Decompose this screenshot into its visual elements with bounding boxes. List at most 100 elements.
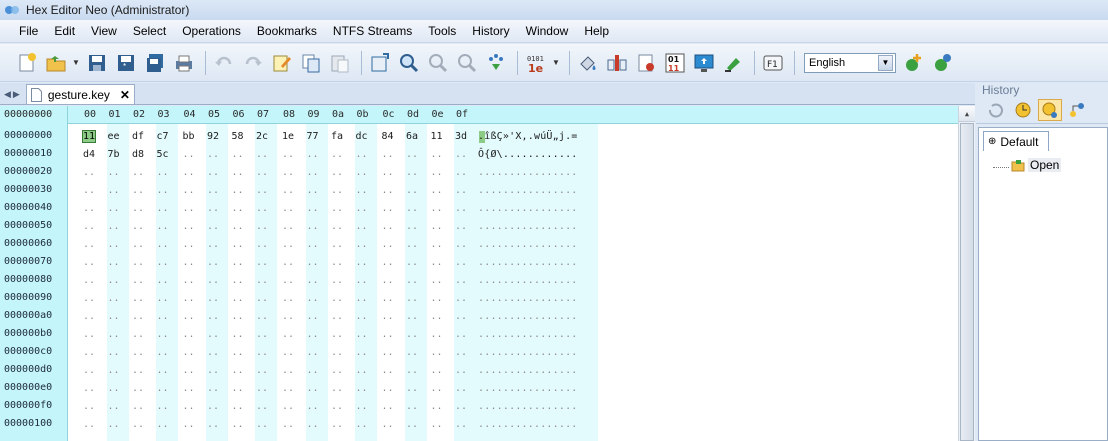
hex-byte[interactable]: ..: [331, 365, 343, 376]
hex-byte[interactable]: ..: [331, 311, 343, 322]
hex-byte[interactable]: ..: [382, 257, 394, 268]
hex-byte[interactable]: ..: [232, 239, 244, 250]
hex-byte[interactable]: ..: [455, 311, 467, 322]
hex-byte[interactable]: ..: [157, 275, 169, 286]
hex-byte[interactable]: ..: [382, 203, 394, 214]
hex-byte[interactable]: ..: [455, 365, 467, 376]
hex-byte[interactable]: ..: [356, 293, 368, 304]
hex-byte[interactable]: ..: [282, 149, 294, 160]
hex-byte[interactable]: ..: [83, 329, 95, 340]
hex-byte[interactable]: ..: [406, 419, 418, 430]
hex-byte[interactable]: ..: [207, 329, 219, 340]
hex-byte[interactable]: ..: [431, 275, 443, 286]
hex-byte[interactable]: ..: [431, 149, 443, 160]
selected-hex-byte[interactable]: 11: [81, 130, 97, 143]
hex-byte[interactable]: ..: [232, 257, 244, 268]
hex-byte[interactable]: ..: [256, 275, 268, 286]
hex-byte[interactable]: ..: [356, 275, 368, 286]
hex-byte[interactable]: ..: [207, 365, 219, 376]
hex-byte[interactable]: ..: [455, 257, 467, 268]
ascii-row[interactable]: ................: [478, 239, 578, 250]
hex-byte[interactable]: ..: [183, 257, 195, 268]
hex-byte[interactable]: ..: [307, 419, 319, 430]
hex-byte[interactable]: bb: [183, 131, 195, 142]
hex-byte[interactable]: ..: [455, 293, 467, 304]
hex-byte[interactable]: ..: [406, 293, 418, 304]
hex-byte[interactable]: ..: [83, 401, 95, 412]
tab-scroll-right-icon[interactable]: ▶: [13, 89, 20, 100]
hex-byte[interactable]: ..: [108, 221, 120, 232]
hex-byte[interactable]: ..: [108, 275, 120, 286]
ascii-row[interactable]: ................: [478, 257, 578, 268]
hex-byte[interactable]: 1e: [282, 131, 294, 142]
hex-byte[interactable]: ..: [232, 185, 244, 196]
hex-byte[interactable]: ..: [331, 347, 343, 358]
hex-byte[interactable]: ..: [207, 257, 219, 268]
hex-byte[interactable]: ..: [382, 221, 394, 232]
bytes-grouping-icon[interactable]: 0101 1e: [523, 50, 549, 76]
hex-byte[interactable]: ..: [282, 185, 294, 196]
hex-byte[interactable]: ..: [406, 239, 418, 250]
hex-byte[interactable]: ..: [157, 419, 169, 430]
hex-byte[interactable]: ..: [406, 347, 418, 358]
hex-byte[interactable]: ..: [108, 293, 120, 304]
hex-byte[interactable]: ..: [455, 401, 467, 412]
open-folder-icon[interactable]: [43, 50, 69, 76]
menu-view[interactable]: View: [83, 24, 125, 38]
hex-byte[interactable]: ..: [83, 383, 95, 394]
hex-byte[interactable]: ..: [207, 239, 219, 250]
hex-byte[interactable]: ..: [157, 311, 169, 322]
hex-byte[interactable]: ..: [356, 149, 368, 160]
close-icon[interactable]: ✕: [120, 88, 130, 102]
hex-byte[interactable]: ..: [431, 257, 443, 268]
hex-byte[interactable]: ..: [382, 275, 394, 286]
menu-ntfs-streams[interactable]: NTFS Streams: [325, 24, 420, 38]
hex-byte[interactable]: ..: [356, 329, 368, 340]
print-icon[interactable]: [171, 50, 197, 76]
hex-byte[interactable]: ..: [83, 239, 95, 250]
hex-byte[interactable]: ..: [282, 347, 294, 358]
hex-byte[interactable]: ..: [157, 401, 169, 412]
hex-byte[interactable]: 6a: [406, 131, 418, 142]
hex-byte[interactable]: ..: [307, 203, 319, 214]
hex-byte[interactable]: ..: [431, 167, 443, 178]
ascii-row[interactable]: Ô{Ø\............: [478, 149, 578, 160]
hex-byte[interactable]: ..: [256, 419, 268, 430]
hex-byte[interactable]: ..: [282, 239, 294, 250]
ascii-row[interactable]: ................: [478, 221, 578, 232]
find-next-icon[interactable]: [454, 50, 480, 76]
hex-byte[interactable]: ..: [382, 383, 394, 394]
hex-editor[interactable]: 00000000 00 01 02 03 04 05 06 07 08 09 0a 0b 0c 0d 0e 0…: [0, 106, 975, 441]
hex-byte[interactable]: ..: [207, 419, 219, 430]
hex-byte[interactable]: ..: [382, 311, 394, 322]
hex-byte[interactable]: ..: [455, 383, 467, 394]
hex-byte[interactable]: dc: [356, 131, 368, 142]
hex-byte[interactable]: ..: [232, 149, 244, 160]
hex-byte[interactable]: ..: [256, 203, 268, 214]
fullscreen-icon[interactable]: [691, 50, 717, 76]
hex-byte[interactable]: ..: [108, 203, 120, 214]
scroll-up-icon[interactable]: ▲: [959, 106, 975, 122]
hex-byte[interactable]: ..: [132, 167, 144, 178]
hex-byte[interactable]: ..: [132, 185, 144, 196]
hex-byte[interactable]: ..: [108, 239, 120, 250]
hex-byte[interactable]: ..: [157, 239, 169, 250]
hex-byte[interactable]: 84: [382, 131, 394, 142]
hex-byte[interactable]: ..: [406, 329, 418, 340]
hex-byte[interactable]: ..: [356, 311, 368, 322]
hex-byte[interactable]: ..: [331, 203, 343, 214]
hex-byte[interactable]: ..: [282, 311, 294, 322]
hex-byte[interactable]: ..: [382, 149, 394, 160]
hex-byte[interactable]: ..: [207, 347, 219, 358]
undo-icon[interactable]: [211, 50, 237, 76]
hex-byte[interactable]: c7: [157, 131, 169, 142]
save-icon[interactable]: [84, 50, 110, 76]
hex-byte[interactable]: ..: [207, 383, 219, 394]
hex-byte[interactable]: ..: [356, 167, 368, 178]
hex-byte[interactable]: df: [132, 131, 144, 142]
history-branch-icon[interactable]: [1065, 99, 1089, 121]
hex-byte[interactable]: ..: [455, 221, 467, 232]
hex-byte[interactable]: ..: [83, 167, 95, 178]
menu-select[interactable]: Select: [125, 24, 174, 38]
hex-byte[interactable]: ..: [157, 329, 169, 340]
